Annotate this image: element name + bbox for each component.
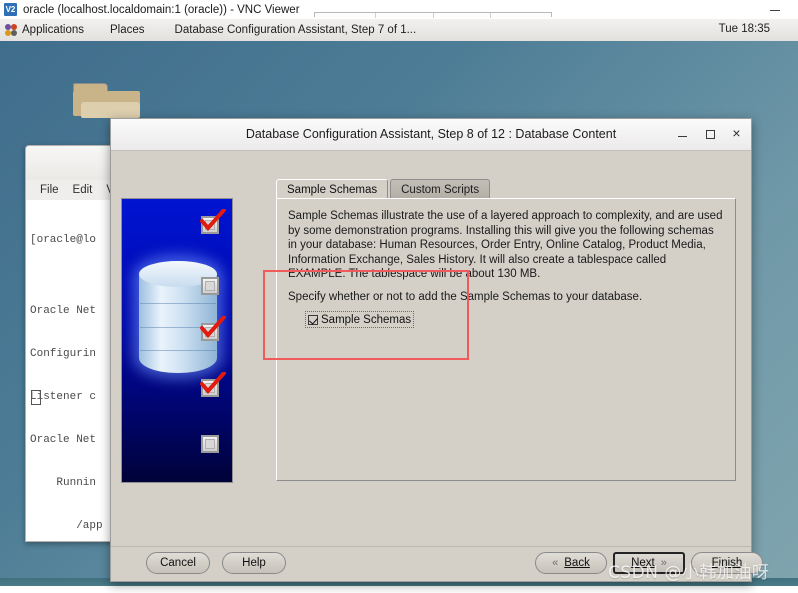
banner-checkbox-2 (201, 277, 219, 295)
vnc-logo-icon: V2 (4, 3, 17, 16)
terminal-menu-edit[interactable]: Edit (73, 184, 93, 196)
help-button-label: Help (242, 557, 266, 569)
screen-root: V2 oracle (localhost.localdomain:1 (orac… (0, 0, 798, 593)
cancel-button[interactable]: Cancel (146, 552, 210, 574)
sample-schemas-description: Sample Schemas illustrate the use of a l… (288, 210, 723, 281)
dialog-window-controls: × (676, 126, 743, 140)
help-button[interactable]: Help (222, 552, 286, 574)
menu-places[interactable]: Places (110, 24, 145, 36)
dialog-maximize-button[interactable] (703, 127, 716, 140)
database-cylinder-graphic (121, 198, 233, 483)
dialog-title: Database Configuration Assistant, Step 8… (245, 127, 617, 141)
csdn-watermark: CSDN @小韩加油呀 (608, 563, 770, 583)
tab-bar: Sample Schemas Custom Scripts (276, 178, 492, 199)
back-button[interactable]: « Back (535, 552, 607, 574)
sample-schemas-checkbox-row[interactable]: Sample Schemas (305, 311, 415, 328)
vnc-window-title: oracle (localhost.localdomain:1 (oracle)… (23, 3, 300, 16)
banner-checkbox-4 (201, 379, 219, 397)
cancel-button-label: Cancel (160, 557, 196, 569)
taskbar-window-dbca[interactable]: Database Configuration Assistant, Step 7… (175, 24, 417, 36)
sample-schemas-checkbox-label: Sample Schemas (321, 313, 412, 326)
gnome-applications-icon (5, 24, 17, 36)
tab-sample-schemas[interactable]: Sample Schemas (276, 179, 389, 199)
dialog-content-area: Sample Schemas Custom Scripts Sample Sch… (111, 151, 751, 546)
vnc-viewer-titlebar: V2 oracle (localhost.localdomain:1 (orac… (0, 0, 798, 20)
dbca-dialog: Database Configuration Assistant, Step 8… (110, 118, 763, 582)
sample-schemas-checkbox[interactable] (308, 314, 318, 325)
banner-checkbox-1 (201, 216, 219, 234)
specify-instruction: Specify whether or not to add the Sample… (288, 291, 643, 303)
vnc-minimize-button[interactable] (768, 3, 782, 17)
banner-checkbox-3 (201, 323, 219, 341)
banner-checkbox-5 (201, 435, 219, 453)
dialog-titlebar: Database Configuration Assistant, Step 8… (111, 119, 751, 151)
dialog-close-button[interactable]: × (730, 126, 743, 140)
terminal-cursor (31, 390, 41, 405)
menu-applications[interactable]: Applications (22, 24, 84, 36)
tab-custom-scripts[interactable]: Custom Scripts (390, 179, 491, 199)
sample-schemas-panel: Sample Schemas illustrate the use of a l… (276, 198, 736, 481)
panel-clock[interactable]: Tue 18:35 (719, 23, 770, 35)
vnc-toolbar-strip (314, 12, 552, 18)
gnome-top-panel: Applications Places Database Configurati… (0, 19, 798, 42)
dialog-minimize-button[interactable] (676, 127, 689, 140)
terminal-menu-file[interactable]: File (40, 184, 59, 196)
back-chevron-icon: « (552, 557, 559, 569)
back-button-label: Back (564, 557, 590, 569)
